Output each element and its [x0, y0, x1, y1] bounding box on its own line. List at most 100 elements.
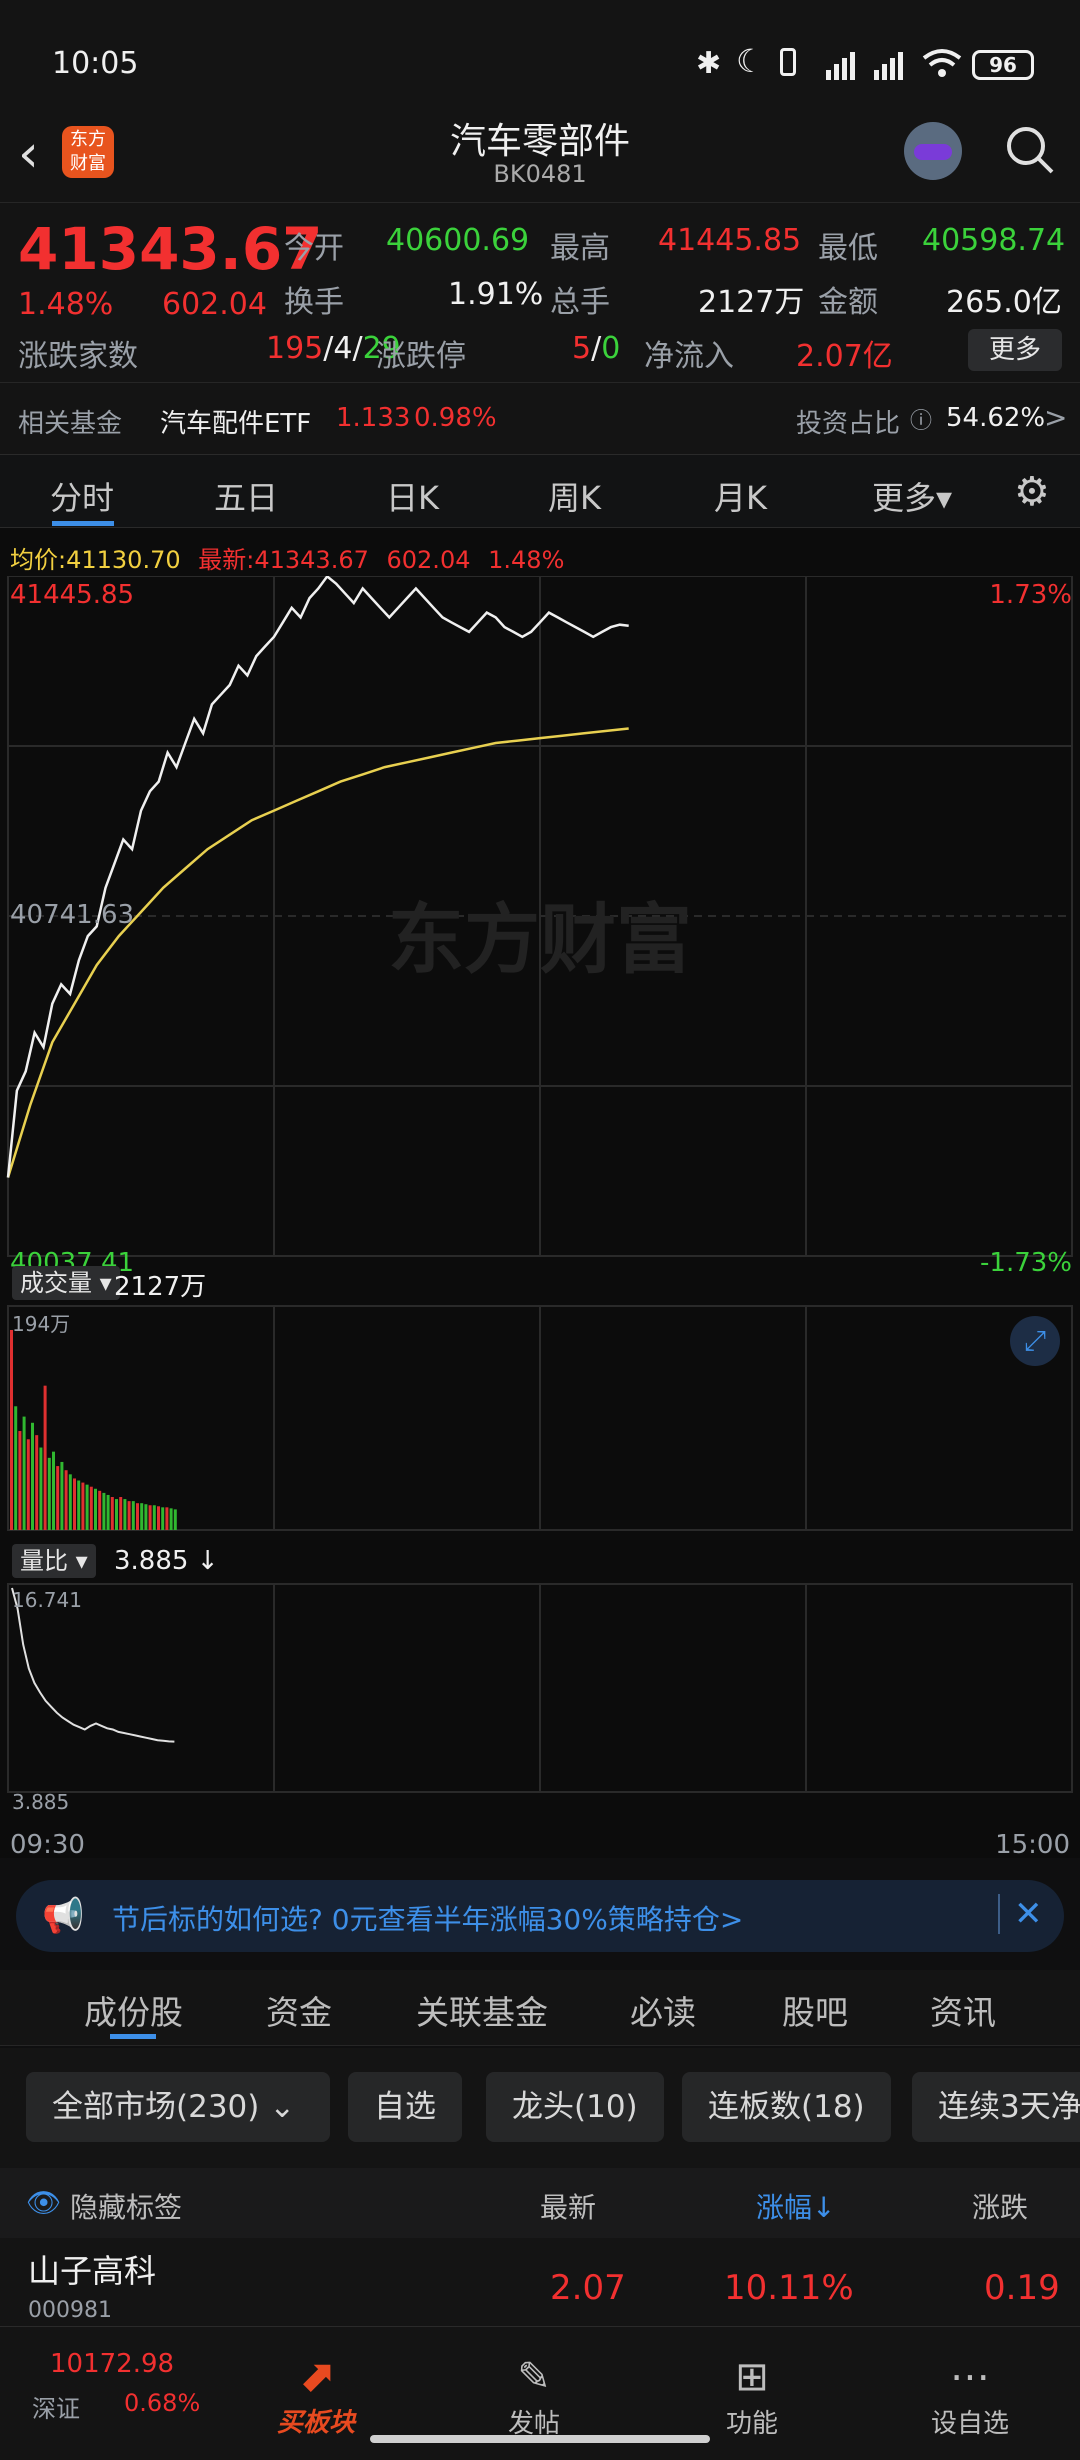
- time-start: 09:30: [10, 1830, 85, 1860]
- help-icon[interactable]: ⓘ: [910, 403, 932, 435]
- wifi-icon: [922, 49, 962, 77]
- ratio-value: 3.885 ↓: [114, 1546, 219, 1576]
- edit-icon: ✎: [517, 2354, 551, 2400]
- quote-panel: 41343.67 1.48% 602.04 今开 40600.69 最高 414…: [0, 202, 1080, 382]
- high-value: 41445.85: [658, 223, 802, 258]
- close-icon[interactable]: ✕: [998, 1894, 1043, 1934]
- volume-value: 2127万: [698, 285, 805, 320]
- volume-bar: [77, 1480, 81, 1530]
- battery-icon: 96: [972, 50, 1034, 80]
- volume-bar: [136, 1503, 139, 1530]
- tab-monthly-k[interactable]: 月K: [714, 473, 767, 519]
- fund-price: 1.133: [336, 403, 411, 433]
- table-row[interactable]: 山子高科 000981 2.07 10.11% 0.19: [0, 2238, 1080, 2330]
- more-button[interactable]: 更多: [968, 329, 1062, 371]
- eastmoney-logo: 东方 财富: [62, 126, 114, 178]
- change-value: 602.04: [162, 287, 267, 322]
- index-value[interactable]: 10172.98: [50, 2349, 174, 2379]
- tab-constituents[interactable]: 成份股: [84, 1986, 183, 2034]
- inflow-value: 2.07亿: [796, 339, 893, 374]
- limit-counts: 5/0: [572, 331, 621, 366]
- related-fund-row[interactable]: 相关基金 汽车配件ETF 1.133 0.98% 投资占比 ⓘ 54.62% >: [0, 382, 1080, 454]
- board-code: BK0481: [493, 160, 587, 188]
- volume-bar: [173, 1509, 177, 1530]
- nav-functions[interactable]: ⊞ 功能: [692, 2351, 812, 2440]
- signal-icon: [826, 52, 903, 80]
- tab-funds[interactable]: 资金: [266, 1986, 332, 2034]
- home-indicator: [370, 2435, 710, 2443]
- volume-bar: [10, 1330, 13, 1530]
- bottom-nav: 10172.98 深证 0.68% ⬈ 买板块 ✎ 发帖 ⊞ 功能 ⋯ 设自选: [0, 2326, 1080, 2460]
- tab-weekly-k[interactable]: 周K: [548, 473, 601, 519]
- chart-legend: 均价:41130.70 最新:41343.67 602.04 1.48%: [10, 546, 565, 574]
- filter-3day-inflow[interactable]: 连续3天净: [912, 2072, 1080, 2142]
- volume-bar: [68, 1474, 72, 1530]
- filter-consecutive-limit[interactable]: 连板数(18): [682, 2072, 891, 2142]
- change-pct: 1.48%: [18, 287, 114, 322]
- ratio-selector[interactable]: 量比 ▾: [12, 1544, 96, 1578]
- volume-bars: [10, 1330, 177, 1530]
- filter-watchlist[interactable]: 自选: [348, 2072, 462, 2142]
- chart-area: 均价:41130.70 最新:41343.67 602.04 1.48% 东方财…: [0, 528, 1080, 1860]
- col-pct-sorted[interactable]: 涨幅↓: [756, 2186, 835, 2226]
- hide-tags-toggle[interactable]: 隐藏标签: [70, 2186, 182, 2226]
- high-label: 最高: [550, 231, 610, 266]
- amount-label: 金额: [818, 285, 878, 320]
- nav-buy-sector[interactable]: ⬈ 买板块: [256, 2351, 376, 2439]
- volume-bar: [119, 1497, 123, 1530]
- search-icon[interactable]: [1004, 124, 1056, 176]
- tab-related-funds[interactable]: 关联基金: [416, 1986, 548, 2034]
- bluetooth-icon: ✱: [696, 46, 722, 81]
- amount-value: 265.0亿: [946, 285, 1062, 320]
- volume-total: 2127万: [114, 1272, 207, 1302]
- ratio-label: 投资占比: [796, 409, 901, 439]
- volume-bar: [14, 1406, 18, 1530]
- page-title: 汽车零部件: [449, 121, 630, 162]
- stock-pct: 10.11%: [724, 2268, 854, 2308]
- tab-five-day[interactable]: 五日: [214, 473, 278, 519]
- filter-leaders[interactable]: 龙头(10): [486, 2072, 664, 2142]
- more-dots-icon: ⋯: [950, 2354, 990, 2400]
- volume-bar: [56, 1466, 60, 1530]
- open-value: 40600.69: [386, 223, 530, 258]
- component-tabs: 成份股 资金 关联基金 必读 股吧 资讯: [0, 1970, 1080, 2046]
- col-change[interactable]: 涨跌: [972, 2186, 1028, 2226]
- tab-must-read[interactable]: 必读: [630, 1986, 696, 2034]
- banner-text: 节后标的如何选? 0元查看半年涨幅30%策略持仓>: [112, 1903, 744, 1936]
- nav-post[interactable]: ✎ 发帖: [474, 2351, 594, 2440]
- volume-label: 总手: [550, 285, 610, 320]
- tab-forum[interactable]: 股吧: [782, 1986, 848, 2034]
- volume-bar: [140, 1503, 144, 1530]
- expand-icon[interactable]: ⤢: [1010, 1316, 1060, 1366]
- promo-banner[interactable]: 📢 节后标的如何选? 0元查看半年涨幅30%策略持仓> ✕: [16, 1880, 1064, 1952]
- active-tab-indicator: [52, 521, 114, 526]
- volume-selector[interactable]: 成交量 ▾: [12, 1266, 120, 1300]
- back-icon[interactable]: ‹: [18, 124, 39, 184]
- nav-set-watchlist[interactable]: ⋯ 设自选: [910, 2351, 1030, 2440]
- volume-bar: [60, 1461, 64, 1530]
- turnover-label: 换手: [284, 285, 344, 320]
- tab-intraday[interactable]: 分时: [50, 473, 114, 519]
- chart-svg: 东方财富: [6, 576, 1073, 1793]
- stock-code: 000981: [28, 2298, 112, 2323]
- volume-bar: [131, 1501, 135, 1530]
- fund-name: 汽车配件ETF: [160, 409, 312, 439]
- volume-bar: [89, 1486, 93, 1530]
- axis-bottom-pct: -1.73%: [980, 1248, 1072, 1278]
- tab-news[interactable]: 资讯: [930, 1986, 996, 2034]
- volume-bar: [106, 1494, 110, 1530]
- tab-daily-k[interactable]: 日K: [386, 473, 439, 519]
- index-name: 深证: [32, 2395, 80, 2423]
- volume-bar: [81, 1482, 85, 1530]
- tab-more[interactable]: 更多▾: [872, 473, 952, 519]
- volume-bar: [115, 1499, 118, 1530]
- filter-all-markets[interactable]: 全部市场(230) ⌄: [26, 2072, 330, 2142]
- col-latest[interactable]: 最新: [540, 2186, 596, 2226]
- limit-label: 涨跌停: [376, 339, 466, 374]
- robot-assistant-icon[interactable]: [904, 122, 962, 180]
- settings-gear-icon[interactable]: ⚙: [1014, 469, 1050, 515]
- volume-bar: [148, 1505, 152, 1530]
- updown-label: 涨跌家数: [18, 339, 138, 374]
- header: ‹ 东方 财富 汽车零部件 BK0481: [0, 110, 1080, 202]
- eye-icon[interactable]: 👁: [26, 2186, 62, 2219]
